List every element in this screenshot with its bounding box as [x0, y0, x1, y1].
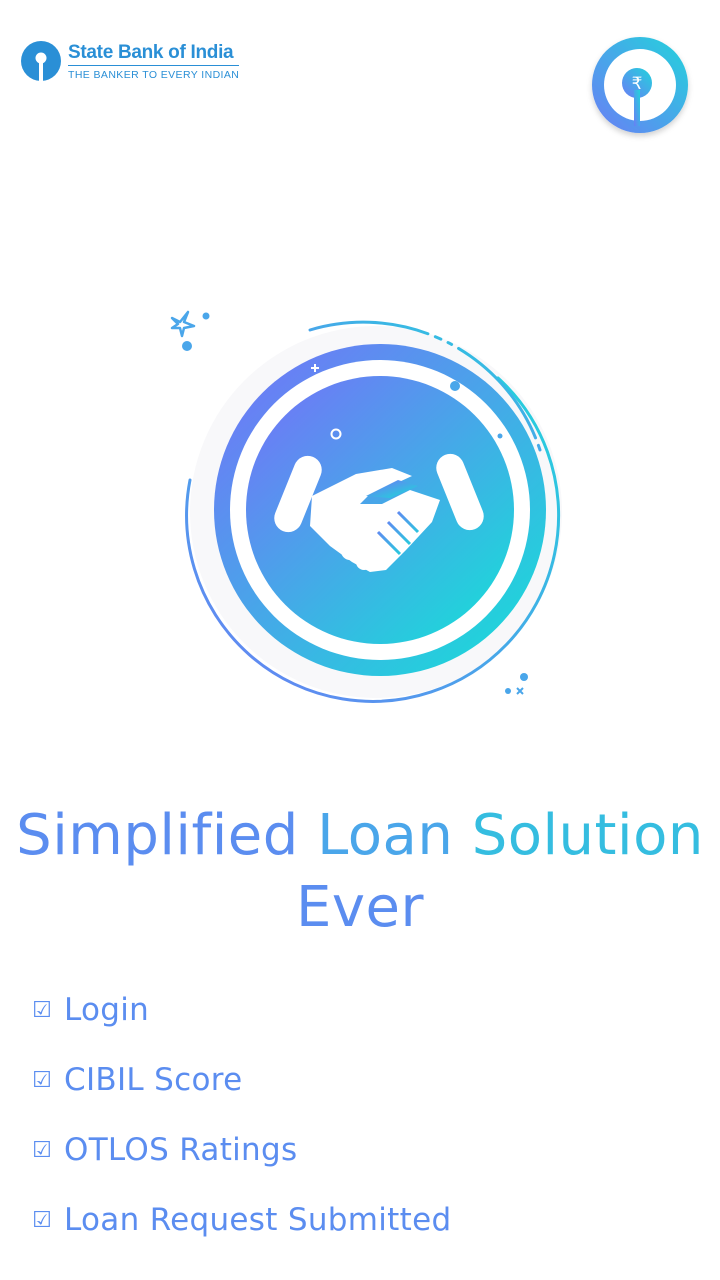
rupee-symbol: ₹ [632, 74, 643, 94]
handshake-illustration [170, 310, 562, 703]
rupee-keyhole-logo-icon: ₹ [592, 37, 688, 133]
feature-label: Loan Request Submitted [64, 1202, 452, 1238]
feature-item-loan-request: ☑ Loan Request Submitted [30, 1185, 690, 1255]
feature-label: Login [64, 992, 150, 1028]
checkbox-icon: ☑ [32, 1067, 52, 1093]
headline-word-loan: Loan [317, 803, 454, 868]
feature-label: CIBIL Score [64, 1062, 243, 1098]
feature-item-login: ☑ Login [30, 975, 690, 1045]
sbi-keyhole-logo-icon [21, 41, 61, 81]
checkbox-icon: ☑ [32, 1207, 52, 1233]
headline: Simplified Loan Solution Ever [0, 800, 720, 944]
feature-item-otlos-ratings: ☑ OTLOS Ratings [30, 1115, 690, 1185]
feature-label: OTLOS Ratings [64, 1132, 298, 1168]
feature-item-cibil-score: ☑ CIBIL Score [30, 1045, 690, 1115]
brand-tagline: THE BANKER TO EVERY INDIAN [68, 68, 240, 81]
brand-name: State Bank of India [68, 42, 240, 66]
headline-word-simplified: Simplified [16, 803, 299, 868]
sbi-brand: State Bank of India THE BANKER TO EVERY … [20, 40, 240, 82]
feature-checklist: ☑ Login ☑ CIBIL Score ☑ OTLOS Ratings ☑ … [30, 975, 690, 1255]
headline-word-solution: Solution [471, 803, 704, 868]
checkbox-icon: ☑ [32, 997, 52, 1023]
splash-screen: State Bank of India THE BANKER TO EVERY … [0, 0, 720, 1280]
headline-word-ever: Ever [296, 875, 424, 940]
checkbox-icon: ☑ [32, 1137, 52, 1163]
